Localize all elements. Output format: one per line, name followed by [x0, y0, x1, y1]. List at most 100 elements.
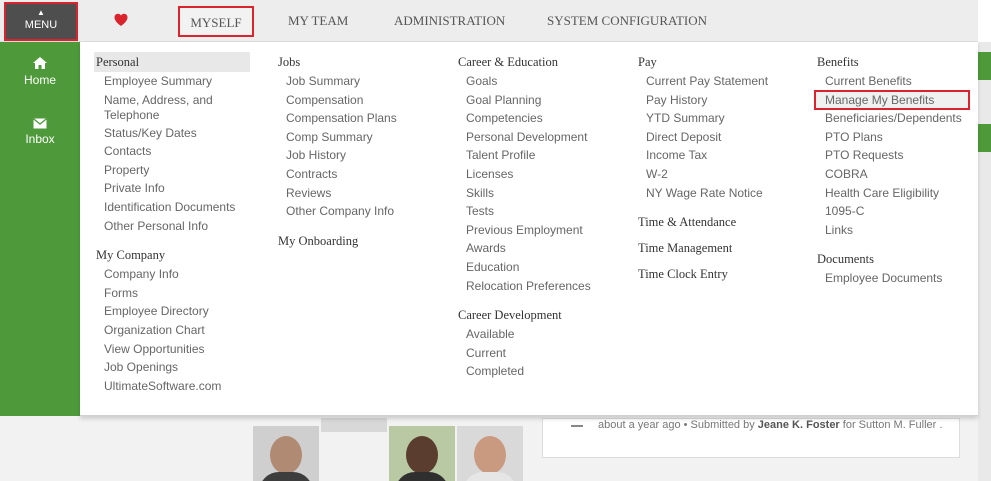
menu-item-manage-my-benefits[interactable]: Manage My Benefits: [814, 89, 970, 111]
menu-item-compensation[interactable]: Compensation: [276, 91, 436, 110]
menu-item-contracts[interactable]: Contracts: [276, 165, 436, 184]
menu-item-company-info[interactable]: Company Info: [94, 265, 250, 284]
menu-item-goal-planning[interactable]: Goal Planning: [456, 91, 618, 110]
sidebar-item-home[interactable]: Home: [0, 56, 80, 87]
top-navigation-bar: ▲ MENU MYSELF MY TEAM ADMINISTRATION SYS…: [0, 0, 978, 42]
menu-item-personal-development[interactable]: Personal Development: [456, 128, 618, 147]
menu-button[interactable]: ▲ MENU: [4, 2, 78, 41]
menu-item-1095c[interactable]: 1095-C: [815, 202, 969, 221]
menu-item-job-openings[interactable]: Job Openings: [94, 358, 250, 377]
menu-item-employee-documents[interactable]: Employee Documents: [815, 269, 969, 288]
employee-photo[interactable]: [253, 426, 319, 481]
menu-item-ultimatesoftware-link[interactable]: UltimateSoftware.com: [94, 377, 250, 396]
page-green-band: [978, 124, 991, 152]
page-background-strip: [978, 42, 991, 481]
menu-item-talent-profile[interactable]: Talent Profile: [456, 146, 618, 165]
menu-item-organization-chart[interactable]: Organization Chart: [94, 321, 250, 340]
menu-item-competencies[interactable]: Competencies: [456, 109, 618, 128]
section-title-time-attendance[interactable]: Time & Attendance: [636, 212, 798, 232]
mega-menu-panel: Personal Employee Summary Name, Address,…: [80, 42, 978, 416]
menu-item-contacts[interactable]: Contacts: [94, 142, 250, 161]
heart-icon[interactable]: [113, 12, 129, 28]
nav-tab-my-team[interactable]: MY TEAM: [288, 0, 348, 42]
feed-text: for Sutton M. Fuller .: [839, 419, 943, 431]
home-icon: [33, 57, 47, 69]
menu-button-label: MENU: [24, 19, 58, 31]
envelope-icon: [33, 118, 47, 129]
caret-up-icon: ▲: [37, 8, 45, 17]
menu-item-cobra[interactable]: COBRA: [815, 165, 969, 184]
menu-item-employee-summary[interactable]: Employee Summary: [94, 72, 250, 91]
feed-submitter[interactable]: Jeane K. Foster: [758, 419, 840, 431]
menu-column-jobs: Jobs Job Summary Compensation Compensati…: [276, 52, 436, 251]
left-sidebar: Home Inbox: [0, 42, 80, 416]
feed-text: about a year ago • Submitted by: [598, 419, 758, 431]
menu-item-status-key-dates[interactable]: Status/Key Dates: [94, 124, 250, 143]
menu-item-comp-summary[interactable]: Comp Summary: [276, 128, 436, 147]
menu-item-other-company-info[interactable]: Other Company Info: [276, 202, 436, 221]
nav-tab-administration[interactable]: ADMINISTRATION: [394, 0, 505, 42]
menu-item-private-info[interactable]: Private Info: [94, 179, 250, 198]
menu-item-education[interactable]: Education: [456, 258, 618, 277]
section-title-jobs[interactable]: Jobs: [276, 52, 436, 72]
feed-dash: [571, 425, 583, 427]
menu-item-w2[interactable]: W-2: [636, 165, 798, 184]
menu-column-benefits: Benefits Current Benefits Manage My Bene…: [814, 52, 970, 288]
menu-item-income-tax[interactable]: Income Tax: [636, 146, 798, 165]
menu-item-previous-employment[interactable]: Previous Employment: [456, 221, 618, 240]
menu-item-other-personal-info[interactable]: Other Personal Info: [94, 217, 250, 236]
section-title-career-development[interactable]: Career Development: [456, 305, 618, 325]
menu-item-goals[interactable]: Goals: [456, 72, 618, 91]
section-title-pay[interactable]: Pay: [636, 52, 798, 72]
menu-item-direct-deposit[interactable]: Direct Deposit: [636, 128, 798, 147]
menu-item-pto-requests[interactable]: PTO Requests: [815, 146, 969, 165]
sidebar-item-label: Home: [23, 73, 56, 87]
menu-item-licenses[interactable]: Licenses: [456, 165, 618, 184]
section-title-benefits[interactable]: Benefits: [815, 52, 969, 72]
menu-item-skills[interactable]: Skills: [456, 184, 618, 203]
menu-item-completed[interactable]: Completed: [456, 362, 618, 381]
menu-item-ytd-summary[interactable]: YTD Summary: [636, 109, 798, 128]
section-title-career-education[interactable]: Career & Education: [456, 52, 618, 72]
employee-photo[interactable]: [321, 418, 387, 432]
section-title-my-onboarding[interactable]: My Onboarding: [276, 231, 436, 251]
employee-photo[interactable]: [389, 426, 455, 481]
section-title-time-management[interactable]: Time Management: [636, 238, 798, 258]
menu-item-name-address-telephone[interactable]: Name, Address, and Telephone: [94, 91, 224, 124]
menu-item-tests[interactable]: Tests: [456, 202, 618, 221]
menu-item-ny-wage-rate-notice[interactable]: NY Wage Rate Notice: [636, 184, 798, 203]
menu-item-beneficiaries-dependents[interactable]: Beneficiaries/Dependents: [815, 109, 969, 128]
menu-item-awards[interactable]: Awards: [456, 239, 618, 258]
menu-item-view-opportunities[interactable]: View Opportunities: [94, 340, 250, 359]
menu-item-job-history[interactable]: Job History: [276, 146, 436, 165]
menu-column-pay: Pay Current Pay Statement Pay History YT…: [636, 52, 798, 284]
menu-item-property[interactable]: Property: [94, 161, 250, 180]
menu-item-pto-plans[interactable]: PTO Plans: [815, 128, 969, 147]
section-title-personal[interactable]: Personal: [94, 52, 250, 72]
sidebar-item-inbox[interactable]: Inbox: [0, 118, 80, 146]
section-title-documents[interactable]: Documents: [815, 249, 969, 269]
menu-column-career-education: Career & Education Goals Goal Planning C…: [456, 52, 618, 381]
employee-photo[interactable]: [457, 426, 523, 481]
menu-item-forms[interactable]: Forms: [94, 284, 250, 303]
feed-card: about a year ago • Submitted by Jeane K.…: [542, 418, 960, 458]
page-green-band: [978, 52, 991, 80]
menu-item-compensation-plans[interactable]: Compensation Plans: [276, 109, 436, 128]
menu-item-employee-directory[interactable]: Employee Directory: [94, 302, 250, 321]
menu-item-health-care-eligibility[interactable]: Health Care Eligibility: [815, 184, 969, 203]
menu-column-personal: Personal Employee Summary Name, Address,…: [94, 52, 250, 395]
menu-item-identification-documents[interactable]: Identification Documents: [94, 198, 250, 217]
menu-item-current-pay-statement[interactable]: Current Pay Statement: [636, 72, 798, 91]
menu-item-reviews[interactable]: Reviews: [276, 184, 436, 203]
nav-tab-system-configuration[interactable]: SYSTEM CONFIGURATION: [547, 0, 707, 42]
nav-tab-myself[interactable]: MYSELF: [178, 6, 254, 37]
menu-item-available[interactable]: Available: [456, 325, 618, 344]
menu-item-current[interactable]: Current: [456, 344, 618, 363]
section-title-my-company[interactable]: My Company: [94, 245, 250, 265]
menu-item-job-summary[interactable]: Job Summary: [276, 72, 436, 91]
menu-item-relocation-preferences[interactable]: Relocation Preferences: [456, 277, 618, 296]
menu-item-current-benefits[interactable]: Current Benefits: [815, 72, 969, 91]
menu-item-links[interactable]: Links: [815, 221, 969, 240]
section-title-time-clock-entry[interactable]: Time Clock Entry: [636, 264, 798, 284]
menu-item-pay-history[interactable]: Pay History: [636, 91, 798, 110]
